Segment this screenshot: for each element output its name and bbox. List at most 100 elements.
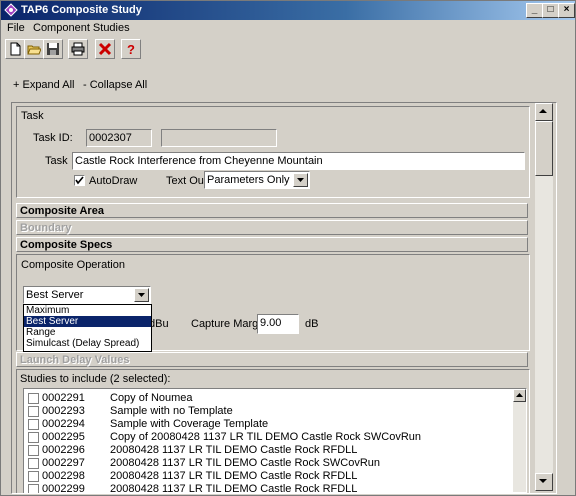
task-header: Task (21, 110, 44, 122)
printer-icon (71, 42, 85, 56)
list-item[interactable]: 0002295 Copy of 20080428 1137 LR TIL DEMO… (24, 431, 514, 444)
capture-margin-input[interactable]: 9.00 (257, 314, 299, 334)
study-id: 0002299 (42, 483, 85, 494)
menu-component-studies[interactable]: Component Studies (33, 22, 130, 34)
studies-label: Studies to include (2 selected): (20, 373, 171, 385)
option-range[interactable]: Range (24, 327, 151, 338)
section-composite-area[interactable]: Composite Area (16, 203, 528, 218)
study-name: Sample with Coverage Template (110, 418, 269, 430)
title-bar[interactable]: TAP6 Composite Study _ □ × (1, 1, 575, 20)
menu-bar: File Component Studies (1, 20, 575, 37)
list-item[interactable]: 0002293 Sample with no Template (24, 405, 514, 418)
scroll-down-button[interactable] (535, 473, 553, 491)
study-id: 0002295 (42, 431, 85, 443)
task-group: Task Task ID: 0002307 Task Castle Rock I… (16, 106, 530, 198)
study-name: Copy of Noumea (110, 392, 193, 404)
app-icon (4, 3, 18, 17)
open-folder-icon (27, 45, 41, 55)
composite-operation-value: Best Server (26, 289, 84, 301)
section-launch-delay[interactable]: Launch Delay Values (16, 352, 528, 367)
toolbar: ? (1, 38, 575, 60)
composite-operation-dropdown-arrow[interactable] (134, 288, 149, 302)
study-checkbox[interactable] (28, 393, 39, 404)
help-button[interactable]: ? (121, 39, 141, 59)
maximize-button[interactable]: □ (542, 3, 559, 18)
study-checkbox[interactable] (28, 458, 39, 469)
task-label: Task (45, 155, 68, 167)
svg-text:?: ? (127, 42, 135, 56)
study-id: 0002296 (42, 444, 85, 456)
study-id: 0002298 (42, 470, 85, 482)
section-composite-specs[interactable]: Composite Specs (16, 237, 528, 252)
study-name: Sample with no Template (110, 405, 233, 417)
collapse-all-link[interactable]: - Collapse All (83, 79, 147, 91)
textout-dropdown[interactable]: Parameters Only (204, 171, 310, 189)
minimize-button[interactable]: _ (526, 3, 543, 18)
expand-all-link[interactable]: + Expand All (13, 79, 74, 91)
main-window: TAP6 Composite Study _ □ × File Componen… (0, 0, 576, 496)
study-name: 20080428 1137 LR TIL DEMO Castle Rock RF… (110, 470, 358, 482)
section-boundary[interactable]: Boundary (16, 220, 528, 235)
composite-operation-label: Composite Operation (21, 259, 125, 271)
list-item[interactable]: 0002291 Copy of Noumea (24, 392, 514, 405)
textout-dropdown-arrow[interactable] (293, 173, 308, 187)
close-button[interactable]: × (558, 3, 575, 18)
study-id: 0002294 (42, 418, 85, 430)
print-button[interactable] (68, 39, 88, 59)
studies-scroll-up-button[interactable] (513, 389, 526, 402)
save-disk-icon (47, 43, 59, 55)
list-item[interactable]: 0002296 20080428 1137 LR TIL DEMO Castle … (24, 444, 514, 457)
option-best-server[interactable]: Best Server (24, 316, 151, 327)
save-button[interactable] (43, 39, 63, 59)
scroll-up-button[interactable] (535, 103, 553, 121)
study-checkbox[interactable] (28, 471, 39, 482)
study-name: 20080428 1137 LR TIL DEMO Castle Rock RF… (110, 444, 358, 456)
list-item[interactable]: 0002298 20080428 1137 LR TIL DEMO Castle … (24, 470, 514, 483)
textout-value: Parameters Only (207, 174, 290, 186)
list-item[interactable]: 0002294 Sample with Coverage Template (24, 418, 514, 431)
task-name-input[interactable]: Castle Rock Interference from Cheyenne M… (72, 152, 525, 170)
arrow-up-icon (539, 109, 547, 113)
study-id: 0002293 (42, 405, 85, 417)
study-checkbox[interactable] (28, 445, 39, 456)
delete-x-icon (98, 42, 112, 56)
autodraw-label: AutoDraw (89, 175, 138, 187)
composite-operation-listbox[interactable]: Maximum Best Server Range Simulcast (Del… (23, 304, 152, 352)
new-button[interactable] (5, 39, 25, 59)
studies-scrollbar[interactable] (513, 389, 526, 492)
arrow-up-icon (516, 393, 523, 397)
new-file-icon (10, 42, 21, 56)
delete-button[interactable] (95, 39, 115, 59)
window-title: TAP6 Composite Study (21, 4, 142, 16)
list-item[interactable]: 0002297 20080428 1137 LR TIL DEMO Castle … (24, 457, 514, 470)
study-name: Copy of 20080428 1137 LR TIL DEMO Castle… (110, 431, 422, 443)
scroll-thumb[interactable] (535, 121, 553, 176)
task-id-label: Task ID: (33, 132, 73, 144)
study-checkbox[interactable] (28, 432, 39, 443)
study-checkbox[interactable] (28, 484, 39, 493)
chevron-down-icon (138, 293, 145, 297)
arrow-down-icon (539, 479, 547, 483)
study-id: 0002291 (42, 392, 85, 404)
chevron-down-icon (297, 178, 304, 182)
study-checkbox[interactable] (28, 406, 39, 417)
task-id-field[interactable]: 0002307 (86, 129, 152, 147)
study-checkbox[interactable] (28, 419, 39, 430)
study-name: 20080428 1137 LR TIL DEMO Castle Rock RF… (110, 483, 358, 494)
task-id-extra-field[interactable] (161, 129, 277, 147)
menu-file[interactable]: File (7, 22, 25, 34)
option-simulcast[interactable]: Simulcast (Delay Spread) (24, 338, 151, 349)
panel-content: Task Task ID: 0002307 Task Castle Rock I… (12, 103, 530, 494)
list-item[interactable]: 0002299 20080428 1137 LR TIL DEMO Castle … (24, 483, 514, 494)
checkmark-icon (75, 176, 84, 185)
capture-margin-label: Capture Margin (191, 318, 267, 330)
study-panel: Task Task ID: 0002307 Task Castle Rock I… (11, 102, 557, 494)
capture-margin-unit: dB (305, 318, 319, 330)
option-maximum[interactable]: Maximum (24, 305, 151, 316)
composite-operation-dropdown[interactable]: Best Server (23, 286, 151, 304)
study-id: 0002297 (42, 457, 85, 469)
autodraw-checkbox[interactable] (74, 175, 85, 186)
studies-list[interactable]: 0002291 Copy of Noumea 0002293 Sample with… (23, 388, 527, 494)
open-button[interactable] (24, 39, 44, 59)
panel-scrollbar[interactable] (535, 103, 553, 491)
